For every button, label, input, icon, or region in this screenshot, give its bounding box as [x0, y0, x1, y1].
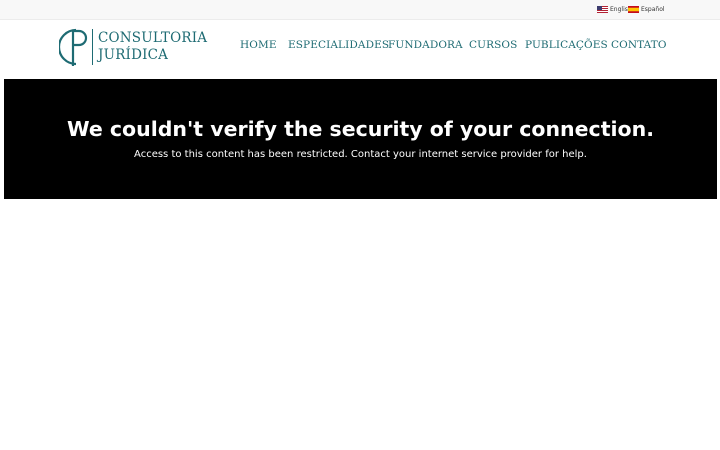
language-spanish-label: Español — [641, 6, 665, 13]
us-flag-icon — [597, 6, 608, 13]
nav-item-contato[interactable]: CONTATO — [611, 39, 667, 51]
language-english-link[interactable]: English — [597, 6, 632, 13]
error-title: We couldn't verify the security of your … — [66, 117, 654, 141]
spain-flag-icon — [628, 6, 639, 13]
main-navigation: HOME ESPECIALIDADES FUNDADORA CURSOS PUB… — [0, 39, 720, 55]
nav-item-publicacoes[interactable]: PUBLICAÇÕES — [525, 39, 608, 51]
nav-item-cursos[interactable]: CURSOS — [469, 39, 517, 51]
language-spanish-link[interactable]: Español — [628, 6, 665, 13]
site-header: CONSULTORIA JURÍDICA HOME ESPECIALIDADES… — [0, 20, 720, 78]
nav-item-fundadora[interactable]: FUNDADORA — [388, 39, 463, 51]
security-error-banner: We couldn't verify the security of your … — [4, 79, 717, 199]
nav-item-especialidades[interactable]: ESPECIALIDADES — [288, 39, 389, 51]
language-bar: English Español — [0, 0, 720, 20]
error-message: Access to this content has been restrict… — [134, 149, 587, 160]
nav-item-home[interactable]: HOME — [240, 39, 277, 51]
